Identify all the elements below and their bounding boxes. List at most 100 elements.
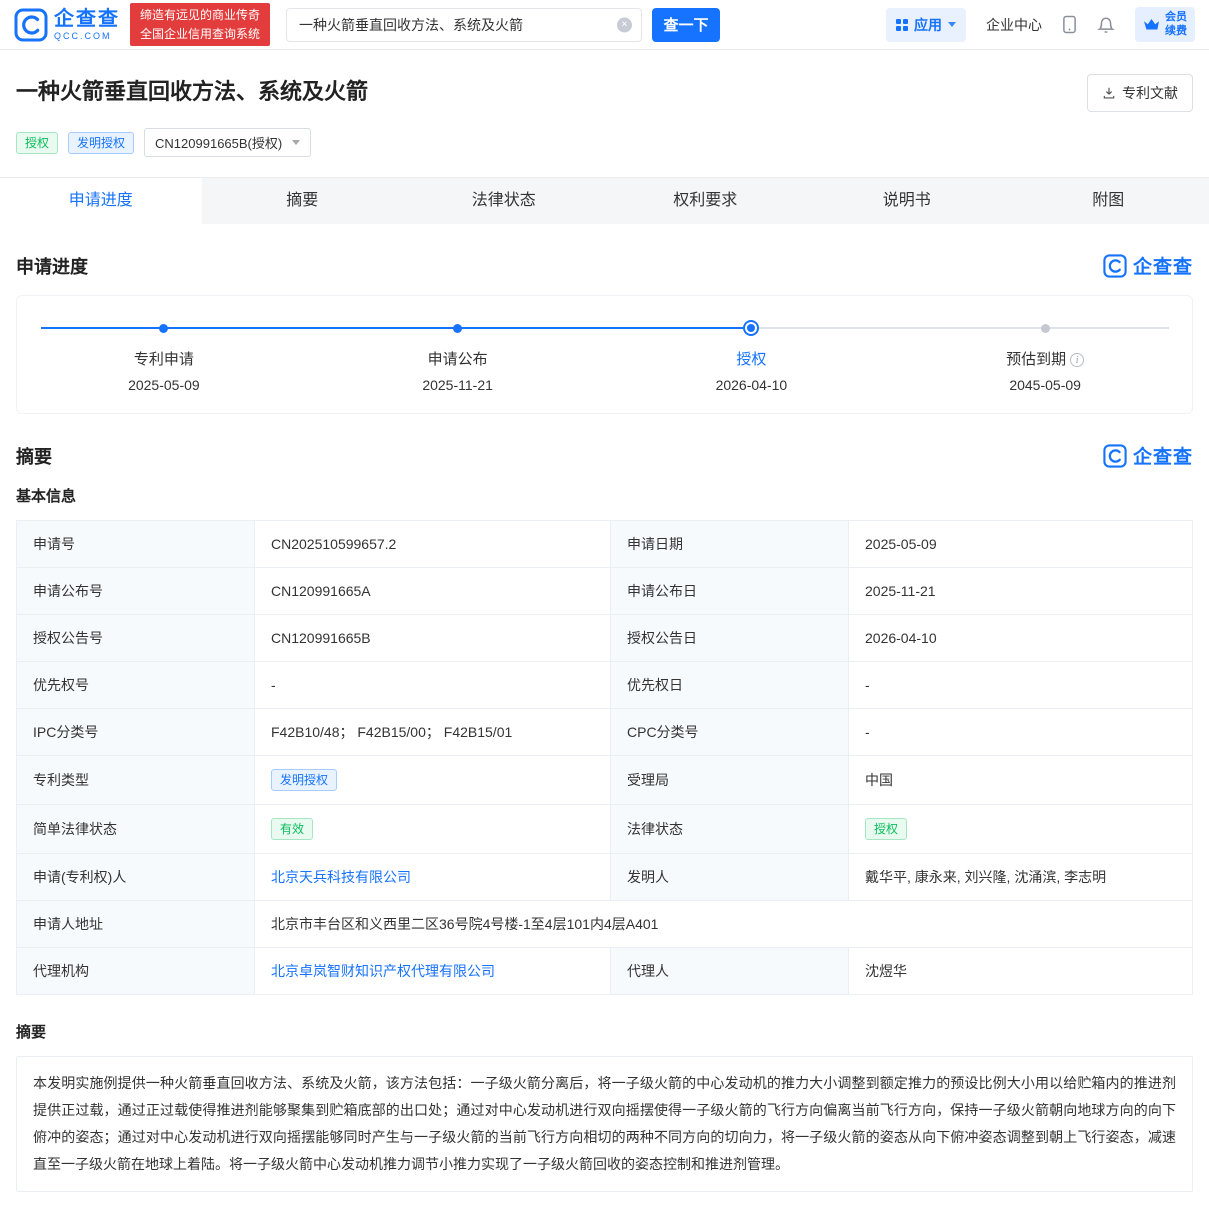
abstract-text: 本发明实施例提供一种火箭垂直回收方法、系统及火箭，该方法包括：一子级火箭分离后，… xyxy=(33,1070,1176,1178)
brand-text: 企查查 QCC.COM xyxy=(54,9,120,41)
enterprise-center-link[interactable]: 企业中心 xyxy=(986,15,1042,35)
step-date: 2025-05-09 xyxy=(17,377,311,393)
field-label: 代理机构 xyxy=(17,948,255,995)
patent-literature-button[interactable]: 专利文献 xyxy=(1087,74,1193,112)
timeline-step-expiry: 预估到期i 2045-05-09 xyxy=(898,348,1192,393)
mobile-phone-icon[interactable] xyxy=(1062,15,1077,34)
timeline-track xyxy=(17,320,1192,336)
qcc-logo-icon xyxy=(1103,444,1127,468)
table-row: 申请公布号 CN120991665A 申请公布日 2025-11-21 xyxy=(17,568,1193,615)
field-label: 授权公告号 xyxy=(17,615,255,662)
member-line2: 续费 xyxy=(1165,25,1187,38)
application-timeline: 专利申请 2025-05-09 申请公布 2025-11-21 授权 2026-… xyxy=(16,295,1193,414)
qcc-logo[interactable]: 企查查 QCC.COM xyxy=(14,8,120,42)
tab-legal-status[interactable]: 法律状态 xyxy=(403,178,605,224)
field-label: 优先权日 xyxy=(611,662,849,709)
tab-description[interactable]: 说明书 xyxy=(806,178,1008,224)
abstract-box: 本发明实施例提供一种火箭垂直回收方法、系统及火箭，该方法包括：一子级火箭分离后，… xyxy=(16,1056,1193,1192)
table-row: 简单法律状态 有效 法律状态 授权 xyxy=(17,805,1193,854)
field-value: 有效 xyxy=(255,805,611,854)
field-label: 发明人 xyxy=(611,854,849,901)
progress-section-title: 申请进度 xyxy=(16,253,88,279)
field-label: 授权公告日 xyxy=(611,615,849,662)
field-value: 戴华平, 康永来, 刘兴隆, 沈涌滨, 李志明 xyxy=(849,854,1193,901)
field-value: CN120991665B xyxy=(255,615,611,662)
step-date: 2026-04-10 xyxy=(605,377,899,393)
invention-grant-tag: 发明授权 xyxy=(68,132,134,154)
search-clear-icon[interactable]: × xyxy=(617,17,632,32)
table-row: IPC分类号 F42B10/48； F42B15/00； F42B15/01 C… xyxy=(17,709,1193,756)
agency-company-link[interactable]: 北京卓岚智财知识产权代理有限公司 xyxy=(271,963,495,979)
invention-grant-tag: 发明授权 xyxy=(271,769,337,791)
member-text: 会员 续费 xyxy=(1165,11,1187,37)
field-label: 申请号 xyxy=(17,521,255,568)
qcc-watermark: 企查查 xyxy=(1103,442,1193,469)
info-icon[interactable]: i xyxy=(1070,353,1084,367)
field-value: F42B10/48； F42B15/00； F42B15/01 xyxy=(255,709,611,756)
table-row: 代理机构 北京卓岚智财知识产权代理有限公司 代理人 沈煜华 xyxy=(17,948,1193,995)
granted-status-tag: 授权 xyxy=(865,818,907,840)
patent-number-value: CN120991665B(授权) xyxy=(155,133,282,152)
patent-number-select[interactable]: CN120991665B(授权) xyxy=(144,128,311,157)
table-row: 申请(专利权)人 北京天兵科技有限公司 发明人 戴华平, 康永来, 刘兴隆, 沈… xyxy=(17,854,1193,901)
step-label: 专利申请 xyxy=(17,348,311,369)
field-label: 优先权号 xyxy=(17,662,255,709)
chevron-down-icon xyxy=(292,140,300,145)
field-label: 受理局 xyxy=(611,756,849,805)
table-row: 申请人地址 北京市丰台区和义西里二区36号院4号楼-1至4层101内4层A401 xyxy=(17,901,1193,948)
timeline-step-filed: 专利申请 2025-05-09 xyxy=(17,348,311,393)
table-row: 申请号 CN202510599657.2 申请日期 2025-05-09 xyxy=(17,521,1193,568)
field-label: 申请日期 xyxy=(611,521,849,568)
field-value: 北京市丰台区和义西里二区36号院4号楼-1至4层101内4层A401 xyxy=(255,901,1193,948)
field-value: - xyxy=(849,662,1193,709)
field-value: 2026-04-10 xyxy=(849,615,1193,662)
search-input[interactable] xyxy=(286,8,642,42)
qcc-watermark: 企查查 xyxy=(1103,252,1193,279)
field-label: 申请公布日 xyxy=(611,568,849,615)
field-value: 中国 xyxy=(849,756,1193,805)
chevron-down-icon xyxy=(948,22,956,27)
tab-abstract[interactable]: 摘要 xyxy=(202,178,404,224)
field-label: 代理人 xyxy=(611,948,849,995)
tab-application-progress[interactable]: 申请进度 xyxy=(0,178,202,224)
timeline-dot-published xyxy=(453,324,462,333)
qcc-logo-icon xyxy=(1103,254,1127,278)
search-button[interactable]: 查一下 xyxy=(652,8,720,42)
field-label: 申请人地址 xyxy=(17,901,255,948)
basic-info-table: 申请号 CN202510599657.2 申请日期 2025-05-09 申请公… xyxy=(16,520,1193,995)
apps-menu-button[interactable]: 应用 xyxy=(886,8,966,42)
field-label: 简单法律状态 xyxy=(17,805,255,854)
step-label: 授权 xyxy=(605,348,899,369)
field-label: 法律状态 xyxy=(611,805,849,854)
search-bar: × xyxy=(286,8,642,42)
slogan-line2: 全国企业信用查询系统 xyxy=(140,25,260,44)
granted-status-tag: 授权 xyxy=(16,132,58,154)
field-value: 2025-05-09 xyxy=(849,521,1193,568)
step-label: 申请公布 xyxy=(311,348,605,369)
member-renewal-button[interactable]: 会员 续费 xyxy=(1135,7,1195,41)
crown-icon xyxy=(1143,18,1160,31)
field-label: 专利类型 xyxy=(17,756,255,805)
valid-status-tag: 有效 xyxy=(271,818,313,840)
table-row: 授权公告号 CN120991665B 授权公告日 2026-04-10 xyxy=(17,615,1193,662)
basic-info-heading: 基本信息 xyxy=(16,485,1193,506)
brand-name: 企查查 xyxy=(54,9,120,29)
field-value: 北京卓岚智财知识产权代理有限公司 xyxy=(255,948,611,995)
member-line1: 会员 xyxy=(1165,11,1187,24)
patent-header-section: 一种火箭垂直回收方法、系统及火箭 专利文献 授权 发明授权 CN12099166… xyxy=(0,50,1209,177)
field-value: - xyxy=(255,662,611,709)
field-value: 北京天兵科技有限公司 xyxy=(255,854,611,901)
tab-drawings[interactable]: 附图 xyxy=(1008,178,1209,224)
tab-claims[interactable]: 权利要求 xyxy=(605,178,807,224)
notification-bell-icon[interactable] xyxy=(1097,16,1115,34)
field-value: CN120991665A xyxy=(255,568,611,615)
field-label: 申请(专利权)人 xyxy=(17,854,255,901)
field-value: - xyxy=(849,709,1193,756)
field-value: CN202510599657.2 xyxy=(255,521,611,568)
timeline-dot-granted xyxy=(743,320,759,336)
slogan-line1: 缔造有远见的商业传奇 xyxy=(140,6,260,25)
field-value: 2025-11-21 xyxy=(849,568,1193,615)
applicant-company-link[interactable]: 北京天兵科技有限公司 xyxy=(271,869,411,885)
watermark-text: 企查查 xyxy=(1133,252,1193,279)
step-date: 2025-11-21 xyxy=(311,377,605,393)
